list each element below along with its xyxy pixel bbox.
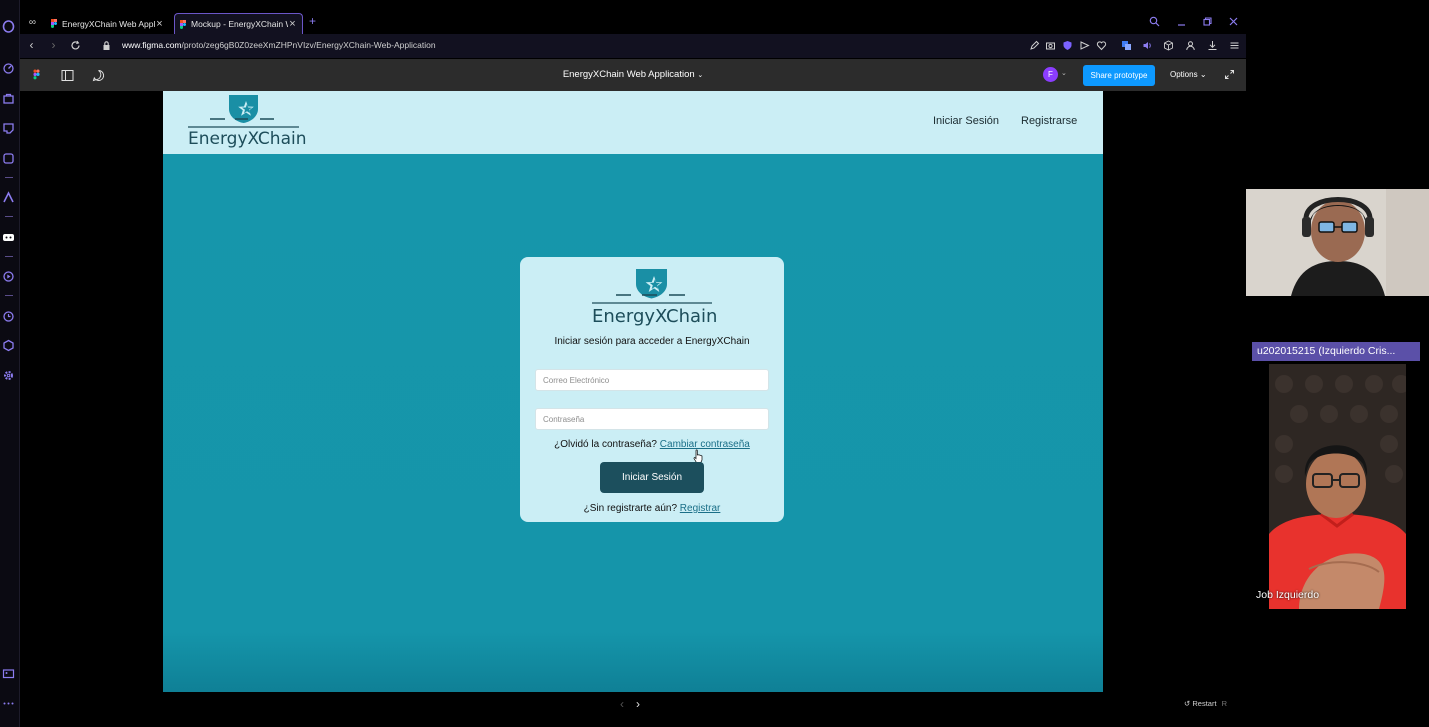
messenger-icon[interactable] <box>2 152 15 165</box>
workspace-icon[interactable]: ∞ <box>26 16 39 29</box>
tab-energyxchain-app[interactable]: EnergyXChain Web Applica × <box>46 13 169 34</box>
send-icon[interactable] <box>1079 40 1090 51</box>
register-row: ¿Sin registrarte aún? Registrar <box>520 503 784 514</box>
tab-strip: ∞ EnergyXChain Web Applica × Mockup - En… <box>20 10 1246 34</box>
close-window-icon[interactable] <box>1228 16 1239 27</box>
history-icon[interactable] <box>2 310 15 323</box>
tab-close-icon[interactable]: × <box>288 18 297 30</box>
participant-video-frame <box>1246 189 1429 296</box>
card-brand-name: EnergyXChain <box>592 306 718 327</box>
figma-favicon-icon <box>180 19 186 29</box>
file-title-text: EnergyXChain Web Application <box>562 69 695 80</box>
participant-name-label: Job Izquierdo <box>1256 589 1320 601</box>
shield-star-icon <box>188 95 299 128</box>
profile-icon[interactable] <box>1185 40 1196 51</box>
tab-title: EnergyXChain Web Applica <box>62 18 155 29</box>
participant-video-frame <box>1269 364 1406 609</box>
participant-name-badge: u202015215 (Izquierdo Cris... <box>1252 342 1420 361</box>
more-dots-icon[interactable] <box>2 697 15 710</box>
login-button[interactable]: Iniciar Sesión <box>600 462 704 493</box>
email-input[interactable] <box>535 369 769 391</box>
chevron-down-icon[interactable]: ⌄ <box>1061 69 1067 77</box>
speaker-icon[interactable] <box>1142 40 1153 51</box>
sidebar-separator <box>5 216 13 217</box>
next-frame-icon[interactable]: › <box>636 697 640 711</box>
extensions-icon[interactable] <box>2 339 15 352</box>
options-menu[interactable]: Options ⌄ <box>1170 70 1207 79</box>
sidebar-separator <box>5 256 13 257</box>
easy-setup-menu-icon[interactable] <box>1229 40 1240 51</box>
chevron-down-icon: ⌄ <box>1199 70 1207 79</box>
restart-button[interactable]: ↺ Restart R <box>1184 699 1227 708</box>
restore-icon[interactable] <box>1202 16 1213 27</box>
gallery-icon[interactable] <box>2 667 15 680</box>
forward-icon[interactable]: › <box>47 39 60 52</box>
cube-icon[interactable] <box>1163 40 1174 51</box>
previous-frame-icon[interactable]: ‹ <box>620 697 624 711</box>
chevron-down-icon: ⌄ <box>697 72 704 79</box>
browser-sidebar <box>0 0 20 727</box>
opera-logo-icon[interactable] <box>2 20 15 33</box>
brand-logo[interactable]: EnergyXChain <box>188 93 307 151</box>
nav-register-link[interactable]: Registrarse <box>1021 115 1077 127</box>
password-input[interactable] <box>535 408 769 430</box>
tab-title: Mockup - EnergyXChain W <box>191 19 288 29</box>
discord-icon[interactable] <box>2 231 15 244</box>
search-tabs-icon[interactable] <box>1149 16 1160 27</box>
forgot-password-row: ¿Olvidó la contraseña? Cambiar contraseñ… <box>520 439 784 450</box>
edit-icon[interactable] <box>1029 40 1040 51</box>
login-card: EnergyXChain Iniciar sesión para acceder… <box>520 257 784 522</box>
heart-icon[interactable] <box>1096 40 1107 51</box>
back-icon[interactable]: ‹ <box>25 39 38 52</box>
figma-prototype-toolbar: EnergyXChain Web Application ⌄ F ⌄ Share… <box>20 59 1246 91</box>
url-host: www.figma.com <box>122 40 182 50</box>
register-link[interactable]: Registrar <box>680 503 721 514</box>
player-icon[interactable] <box>2 270 15 283</box>
minimize-icon[interactable] <box>1176 16 1187 27</box>
user-avatar[interactable]: F <box>1043 67 1058 82</box>
new-tab-button[interactable]: + <box>306 15 319 28</box>
url-path: /proto/zeg6gB0Z0zeeXmZHPnVIzv/EnergyXCha… <box>181 40 436 50</box>
restart-label: Restart <box>1192 699 1217 708</box>
participant-video-tile[interactable] <box>1269 364 1406 609</box>
prototype-canvas: EnergyXChain Iniciar Sesión Registrarse … <box>163 91 1103 692</box>
change-password-link[interactable]: Cambiar contraseña <box>660 439 750 450</box>
twitch-icon[interactable] <box>2 122 15 135</box>
address-bar: ‹ › www.figma.com/proto/zeg6gB0Z0zeeXmZH… <box>20 34 1246 58</box>
download-icon[interactable] <box>1207 40 1218 51</box>
tab-close-icon[interactable]: × <box>155 18 164 30</box>
forgot-password-text: ¿Olvidó la contraseña? <box>554 439 657 450</box>
translate-icon[interactable] <box>1121 40 1132 51</box>
share-prototype-button[interactable]: Share prototype <box>1083 65 1155 86</box>
tab-mockup-energyxchain[interactable]: Mockup - EnergyXChain W × <box>174 13 303 34</box>
shield-star-icon <box>592 269 712 304</box>
card-brand-logo: EnergyXChain <box>592 267 718 329</box>
nav-login-link[interactable]: Iniciar Sesión <box>933 115 999 127</box>
no-account-text: ¿Sin registrarte aún? <box>583 503 678 514</box>
settings-gear-icon[interactable] <box>2 369 15 382</box>
figma-favicon-icon <box>51 19 57 28</box>
lock-icon[interactable] <box>101 40 112 51</box>
brand-name: EnergyXChain <box>188 129 307 149</box>
speed-dial-icon[interactable] <box>2 62 15 75</box>
camera-icon[interactable] <box>1045 40 1056 51</box>
participant-video-tile[interactable] <box>1246 189 1429 296</box>
options-label: Options <box>1170 70 1198 79</box>
url-field[interactable]: www.figma.com/proto/zeg6gB0Z0zeeXmZHPnVI… <box>122 40 436 50</box>
restart-shortcut: R <box>1221 699 1228 708</box>
sidebar-separator <box>5 295 13 296</box>
bag-icon[interactable] <box>2 92 15 105</box>
restart-icon: ↺ <box>1184 699 1191 708</box>
shield-vpn-icon[interactable] <box>1062 40 1073 51</box>
reload-icon[interactable] <box>70 40 81 51</box>
site-header: EnergyXChain Iniciar Sesión Registrarse <box>163 91 1103 154</box>
login-subtitle: Iniciar sesión para acceder a EnergyXCha… <box>554 336 750 347</box>
fullscreen-icon[interactable] <box>1224 69 1235 80</box>
sidebar-separator <box>5 177 13 178</box>
aria-icon[interactable] <box>2 191 15 204</box>
